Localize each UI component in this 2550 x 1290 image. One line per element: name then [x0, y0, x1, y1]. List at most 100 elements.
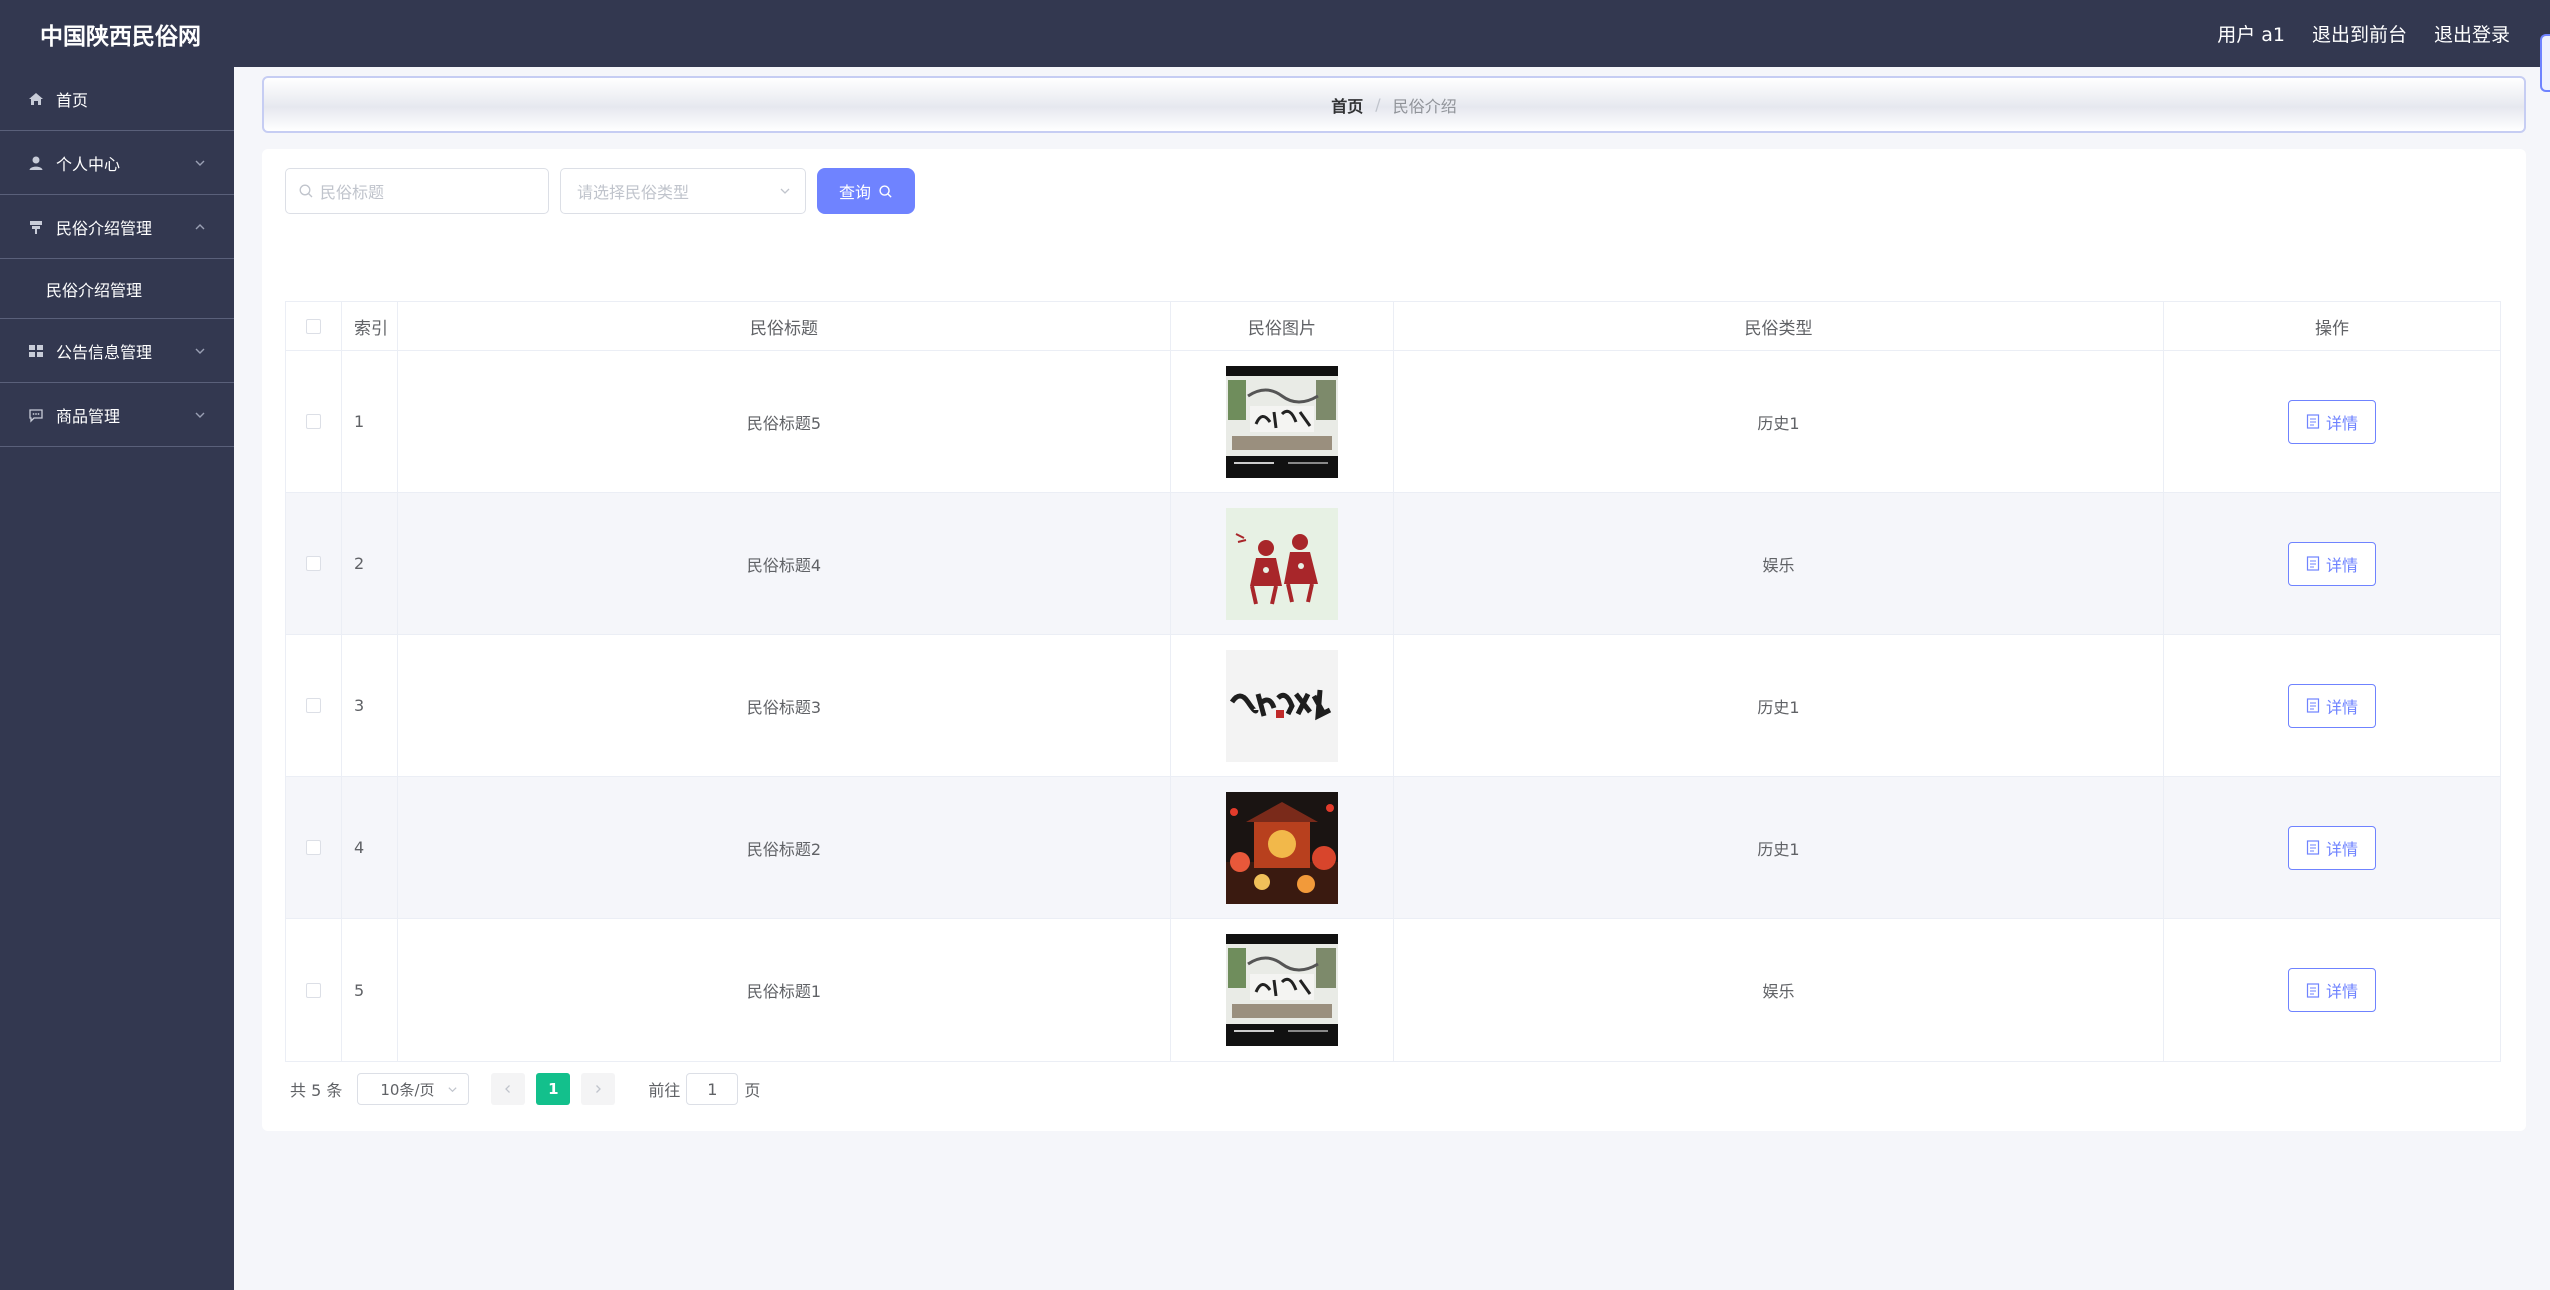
detail-button-label: 详情 [2325, 413, 2358, 433]
detail-button[interactable]: 详情 [2288, 825, 2376, 870]
row-title: 民俗标题5 [398, 351, 1171, 492]
sidebar-item-label: 首页 [56, 90, 89, 110]
next-page-button[interactable] [581, 1073, 616, 1105]
row-title: 民俗标题2 [398, 777, 1171, 918]
row-index: 3 [342, 635, 398, 776]
pagination: 共 5 条 10条/页 1 前往 1 页 [290, 1073, 760, 1105]
lantern-festival-image[interactable] [1226, 791, 1338, 904]
breadcrumb-separator: / [1375, 95, 1381, 114]
row-checkbox[interactable] [306, 840, 321, 855]
row-index: 5 [342, 919, 398, 1061]
user-icon [28, 155, 44, 171]
header-index: 索引 [342, 302, 398, 350]
sidebar-subitem-folk-management[interactable]: 民俗介绍管理 [0, 259, 234, 319]
header-checkbox-cell [286, 302, 342, 350]
breadcrumb-home[interactable]: 首页 [1331, 93, 1363, 117]
detail-button-label: 详情 [2325, 555, 2358, 575]
row-type: 娱乐 [1394, 919, 2164, 1061]
title-search-input[interactable]: 民俗标题 [285, 168, 549, 214]
user-name[interactable]: 用户 a1 [2217, 20, 2285, 47]
detail-button[interactable]: 详情 [2288, 541, 2376, 586]
table-row: 5 民俗标题1 娱乐 详情 [286, 919, 2500, 1061]
sidebar-item-goods-management[interactable]: 商品管理 [0, 383, 234, 447]
sidebar-item-home[interactable]: 首页 [0, 67, 234, 131]
folk-icon [28, 219, 44, 235]
header-title: 民俗标题 [398, 302, 1171, 350]
chevron-up-icon [195, 223, 205, 229]
row-index: 4 [342, 777, 398, 918]
sidebar-item-notice-management[interactable]: 公告信息管理 [0, 319, 234, 383]
row-type: 历史1 [1394, 635, 2164, 776]
row-checkbox-cell [286, 919, 342, 1061]
row-checkbox[interactable] [306, 982, 321, 998]
row-type: 娱乐 [1394, 493, 2164, 634]
row-type: 历史1 [1394, 351, 2164, 492]
top-bar: 中国陕西民俗网 用户 a1 退出到前台 退出登录 [0, 0, 2550, 67]
row-actions: 详情 [2164, 919, 2500, 1061]
detail-button[interactable]: 详情 [2288, 683, 2376, 728]
chevron-down-icon [195, 160, 205, 166]
folk-culture-banner-image[interactable] [1226, 365, 1338, 478]
top-actions: 用户 a1 退出到前台 退出登录 [2217, 20, 2510, 47]
row-image-cell [1171, 635, 1394, 776]
table-header-row: 索引 民俗标题 民俗图片 民俗类型 操作 [286, 302, 2500, 351]
home-icon [28, 91, 44, 107]
type-select[interactable]: 请选择民俗类型 [560, 168, 806, 214]
goto-suffix: 页 [744, 1081, 761, 1100]
table-row: 2 民俗标题4 娱乐 详情 [286, 493, 2500, 635]
select-all-checkbox[interactable] [306, 318, 321, 334]
row-checkbox[interactable] [306, 698, 321, 713]
row-actions: 详情 [2164, 351, 2500, 492]
site-brand: 中国陕西民俗网 [40, 23, 201, 50]
page-size-select[interactable]: 10条/页 [357, 1073, 470, 1105]
row-image-cell [1171, 777, 1394, 918]
detail-button[interactable]: 详情 [2288, 399, 2376, 444]
breadcrumb: 首页 / 民俗介绍 [262, 76, 2526, 133]
page-size-value: 10条/页 [380, 1080, 435, 1099]
exit-to-front-link[interactable]: 退出到前台 [2312, 20, 2407, 47]
chevron-down-icon [195, 412, 205, 418]
sidebar-item-label: 个人中心 [56, 154, 121, 174]
sidebar-item-label: 商品管理 [56, 406, 121, 426]
detail-button-label: 详情 [2325, 697, 2358, 717]
prev-page-button[interactable] [491, 1073, 526, 1105]
row-checkbox[interactable] [306, 414, 321, 429]
row-index: 1 [342, 351, 398, 492]
row-checkbox-cell [286, 777, 342, 918]
goto-page: 前往 1 页 [648, 1073, 760, 1105]
message-icon [28, 407, 44, 423]
table-row: 4 民俗标题2 历史1 详情 [286, 777, 2500, 919]
row-type: 历史1 [1394, 777, 2164, 918]
header-image: 民俗图片 [1171, 302, 1394, 350]
document-icon [2306, 982, 2320, 998]
logout-link[interactable]: 退出登录 [2434, 20, 2510, 47]
detail-button[interactable]: 详情 [2288, 968, 2376, 1012]
type-select-placeholder: 请选择民俗类型 [577, 183, 690, 202]
goto-page-input[interactable]: 1 [686, 1073, 739, 1105]
document-icon [2306, 556, 2320, 571]
sidebar-item-profile[interactable]: 个人中心 [0, 131, 234, 195]
header-type: 民俗类型 [1394, 302, 2164, 350]
edge-tab[interactable] [2540, 34, 2550, 92]
chevron-down-icon [195, 348, 205, 354]
search-icon [879, 184, 892, 198]
query-button-label: 查询 [838, 183, 871, 202]
sidebar-item-folk-management[interactable]: 民俗介绍管理 [0, 195, 234, 259]
chevron-down-icon [448, 1086, 457, 1092]
folk-calligraphy-image[interactable] [1226, 649, 1338, 762]
search-bar: 民俗标题 请选择民俗类型 查询 [285, 168, 915, 214]
row-title: 民俗标题3 [398, 635, 1171, 776]
paper-cut-figures-image[interactable] [1226, 507, 1338, 620]
row-checkbox[interactable] [306, 556, 321, 571]
document-icon [2306, 840, 2320, 855]
row-actions: 详情 [2164, 635, 2500, 776]
folk-culture-banner-image[interactable] [1226, 934, 1338, 1046]
row-actions: 详情 [2164, 493, 2500, 634]
query-button[interactable]: 查询 [817, 168, 915, 214]
row-index: 2 [342, 493, 398, 634]
title-search-placeholder: 民俗标题 [320, 183, 385, 202]
pagination-total: 共 5 条 [290, 1081, 343, 1100]
row-title: 民俗标题4 [398, 493, 1171, 634]
page-number-current[interactable]: 1 [536, 1073, 571, 1105]
breadcrumb-current: 民俗介绍 [1392, 96, 1457, 116]
